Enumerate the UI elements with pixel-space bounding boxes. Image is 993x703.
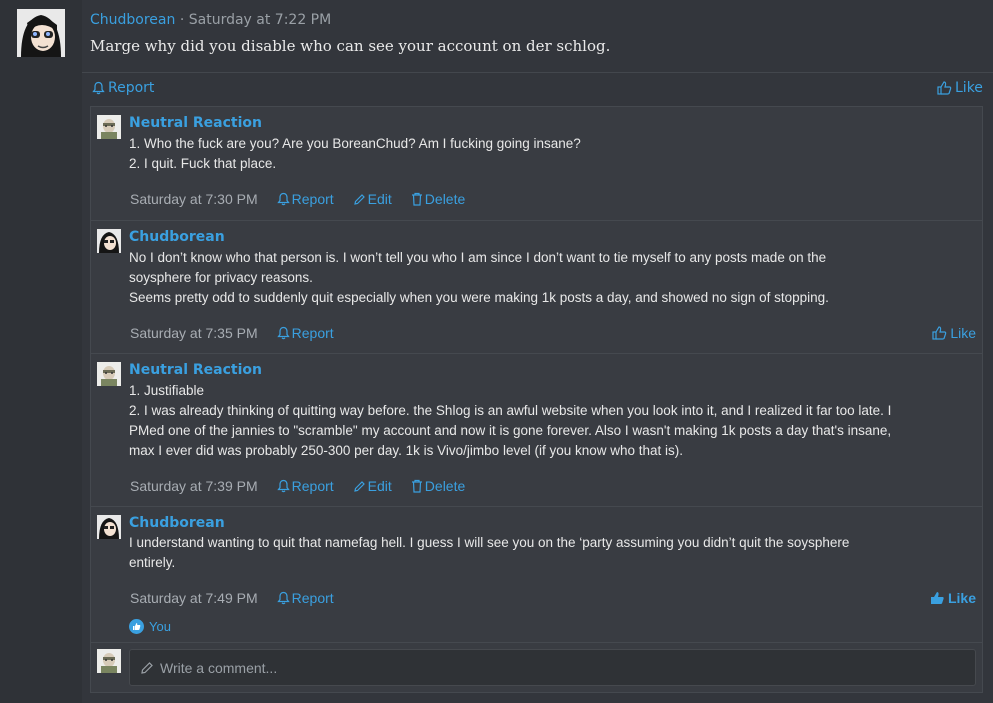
comment-author-link[interactable]: Chudborean [129,229,225,245]
left-gutter [0,0,82,703]
comment-footer: Saturday at 7:49 PM Report [130,590,334,606]
comment-item: Neutral Reaction 1. Justifiable 2. I was… [91,354,982,507]
trash-icon [411,192,423,206]
reactions-summary[interactable]: You [129,619,171,634]
avatar [97,649,121,673]
comment-item: Neutral Reaction 1. Who the fuck are you… [91,107,982,221]
bell-icon [276,479,290,493]
comment-line: entirely. [129,555,176,570]
trash-icon [411,479,423,493]
comment-body: No I don’t know who that person is. I wo… [129,248,977,308]
comment-line: soysphere for privacy reasons. [129,270,313,285]
comment-like-button[interactable]: Like [932,325,976,341]
comment-report-button[interactable]: Report [276,325,334,341]
post-like-label: Like [955,80,983,96]
comment-report-label: Report [291,325,334,341]
comment-report-label: Report [291,590,334,606]
avatar[interactable] [97,229,121,253]
comment-line: 2. I quit. Fuck that place. [129,156,277,171]
comment-line: No I don’t know who that person is. I wo… [129,250,827,265]
write-comment-input[interactable]: Write a comment... [129,649,976,686]
thumbs-up-icon [937,81,952,95]
post-report-label: Report [108,80,155,96]
avatar[interactable] [17,9,65,57]
avatar[interactable] [97,515,121,539]
comment-item: Chudborean No I don’t know who that pers… [91,221,982,354]
comment-delete-button[interactable]: Delete [411,191,465,207]
comment-line: 2. I was already thinking of quitting wa… [129,403,892,418]
comment-delete-button[interactable]: Delete [411,478,465,494]
comment-line: max I ever did was probably 250-300 per … [129,443,684,458]
post-timestamp[interactable]: Saturday at 7:22 PM [189,12,331,28]
comment-line: PMed one of the jannies to "scramble" my… [129,423,892,438]
comment-line: 1. Who the fuck are you? Are you BoreanC… [129,136,581,151]
bell-icon [276,192,290,206]
comment-timestamp[interactable]: Saturday at 7:49 PM [130,590,258,606]
reply-row: Write a comment... [91,643,982,693]
comment-edit-button[interactable]: Edit [353,478,392,494]
thumbs-up-filled-icon [930,591,945,605]
comment-delete-label: Delete [424,191,466,207]
comment-footer: Saturday at 7:30 PM Report Edit Delete [130,191,465,207]
comment-author-link[interactable]: Neutral Reaction [129,362,262,378]
comment-line: 1. Justifiable [129,383,205,398]
pencil-icon [353,480,366,493]
comment-edit-label: Edit [367,191,392,207]
post-message: Marge why did you disable who can see yo… [90,37,611,55]
post-author-link[interactable]: Chudborean [90,12,175,28]
bell-icon [276,326,290,340]
reactions-label: You [149,619,171,634]
comment-edit-label: Edit [367,478,392,494]
post-separator: · [179,12,185,28]
post-like-button[interactable]: Like [937,78,983,98]
comment-like-button-active[interactable]: Like [930,590,976,606]
comment-author-link[interactable]: Neutral Reaction [129,115,262,131]
comment-edit-button[interactable]: Edit [353,191,392,207]
pencil-icon [353,193,366,206]
comment-timestamp[interactable]: Saturday at 7:30 PM [130,191,258,207]
comment-line: Seems pretty odd to suddenly quit especi… [129,290,829,305]
write-comment-placeholder: Write a comment... [160,659,278,676]
post-report-button[interactable]: Report [92,78,154,98]
avatar[interactable] [97,115,121,139]
comment-author-link[interactable]: Chudborean [129,515,225,531]
comment-item: Chudborean I understand wanting to quit … [91,507,982,643]
comment-report-label: Report [291,478,334,494]
comment-timestamp[interactable]: Saturday at 7:35 PM [130,325,258,341]
comment-body: 1. Justifiable 2. I was already thinking… [129,381,977,461]
post-divider [82,72,993,73]
comment-like-label: Like [947,590,976,606]
comment-body: 1. Who the fuck are you? Are you BoreanC… [129,134,977,174]
comment-body: I understand wanting to quit that namefa… [129,533,977,573]
comment-like-label: Like [950,325,976,341]
comment-footer: Saturday at 7:39 PM Report Edit Delete [130,478,465,494]
like-reaction-icon [129,619,144,634]
comment-report-button[interactable]: Report [276,590,334,606]
avatar[interactable] [97,362,121,386]
comment-delete-label: Delete [424,478,466,494]
bell-icon [92,81,105,95]
comment-report-label: Report [291,191,334,207]
pencil-icon [140,661,154,675]
comment-timestamp[interactable]: Saturday at 7:39 PM [130,478,258,494]
thumbs-up-icon [932,326,947,340]
bell-icon [276,591,290,605]
comment-line: I understand wanting to quit that namefa… [129,535,850,550]
comments-list: Neutral Reaction 1. Who the fuck are you… [90,106,983,693]
comment-report-button[interactable]: Report [276,191,334,207]
post-header: Chudborean · Saturday at 7:22 PM [90,10,331,30]
comment-footer: Saturday at 7:35 PM Report [130,325,334,341]
comment-report-button[interactable]: Report [276,478,334,494]
